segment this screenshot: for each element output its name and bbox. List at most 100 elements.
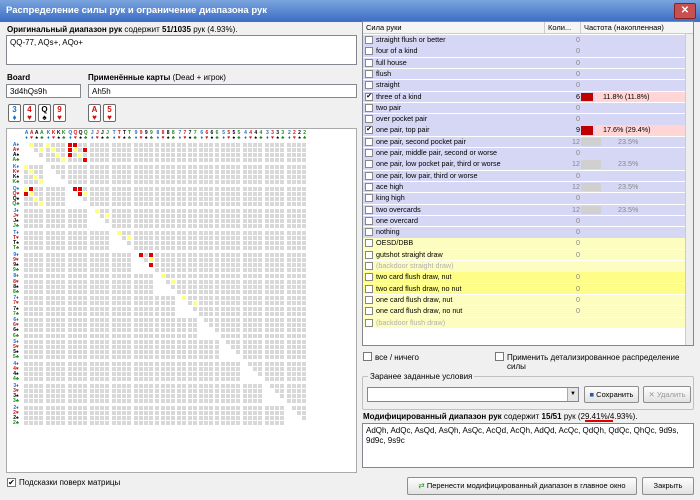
matrix-cell[interactable] — [253, 180, 258, 185]
matrix-cell[interactable] — [170, 191, 175, 196]
matrix-cell[interactable] — [253, 191, 258, 196]
matrix-cell[interactable] — [45, 240, 50, 245]
matrix-cell[interactable] — [165, 164, 170, 169]
matrix-cell[interactable] — [297, 191, 302, 196]
matrix-cell[interactable] — [264, 235, 269, 240]
matrix-cell[interactable] — [83, 279, 88, 284]
matrix-cell[interactable] — [138, 399, 143, 404]
matrix-cell[interactable] — [236, 372, 241, 377]
matrix-cell[interactable] — [192, 328, 197, 333]
matrix-cell[interactable] — [155, 267, 160, 272]
matrix-cell[interactable] — [187, 218, 192, 223]
matrix-cell[interactable] — [209, 186, 214, 191]
matrix-cell[interactable] — [83, 274, 88, 279]
matrix-cell[interactable] — [170, 245, 175, 250]
matrix-cell[interactable] — [177, 202, 182, 207]
matrix-cell[interactable] — [34, 284, 39, 289]
matrix-cell[interactable] — [148, 202, 153, 207]
matrix-cell[interactable] — [143, 323, 148, 328]
matrix-cell[interactable] — [291, 372, 296, 377]
matrix-cell[interactable] — [24, 416, 29, 421]
matrix-cell[interactable] — [187, 328, 192, 333]
matrix-cell[interactable] — [170, 301, 175, 306]
matrix-cell[interactable] — [248, 191, 253, 196]
matrix-cell[interactable] — [34, 230, 39, 235]
matrix-cell[interactable] — [226, 224, 231, 229]
matrix-cell[interactable] — [221, 372, 226, 377]
matrix-cell[interactable] — [29, 340, 34, 345]
matrix-cell[interactable] — [221, 180, 226, 185]
matrix-cell[interactable] — [226, 399, 231, 404]
matrix-cell[interactable] — [177, 213, 182, 218]
matrix-cell[interactable] — [61, 410, 66, 415]
matrix-cell[interactable] — [67, 143, 72, 148]
matrix-cell[interactable] — [83, 262, 88, 267]
matrix-cell[interactable] — [111, 164, 116, 169]
matrix-cell[interactable] — [61, 257, 66, 262]
matrix-cell[interactable] — [182, 257, 187, 262]
matrix-cell[interactable] — [56, 202, 61, 207]
matrix-cell[interactable] — [121, 328, 126, 333]
matrix-cell[interactable] — [280, 191, 285, 196]
matrix-cell[interactable] — [264, 197, 269, 202]
matrix-cell[interactable] — [160, 257, 165, 262]
matrix-cell[interactable] — [165, 410, 170, 415]
matrix-cell[interactable] — [275, 350, 280, 355]
matrix-cell[interactable] — [29, 377, 34, 382]
matrix-cell[interactable] — [226, 328, 231, 333]
matrix-cell[interactable] — [286, 328, 291, 333]
matrix-cell[interactable] — [51, 306, 56, 311]
matrix-cell[interactable] — [111, 289, 116, 294]
matrix-cell[interactable] — [264, 143, 269, 148]
matrix-cell[interactable] — [248, 245, 253, 250]
matrix-cell[interactable] — [29, 191, 34, 196]
matrix-cell[interactable] — [89, 186, 94, 191]
matrix-cell[interactable] — [170, 410, 175, 415]
matrix-cell[interactable] — [177, 148, 182, 153]
matrix-cell[interactable] — [45, 333, 50, 338]
matrix-cell[interactable] — [99, 230, 104, 235]
matrix-cell[interactable] — [155, 148, 160, 153]
matrix-cell[interactable] — [133, 340, 138, 345]
matrix-cell[interactable] — [214, 170, 219, 175]
matrix-cell[interactable] — [138, 279, 143, 284]
matrix-cell[interactable] — [29, 328, 34, 333]
matrix-cell[interactable] — [155, 394, 160, 399]
matrix-cell[interactable] — [67, 218, 72, 223]
matrix-cell[interactable] — [34, 218, 39, 223]
matrix-cell[interactable] — [177, 252, 182, 257]
matrix-cell[interactable] — [243, 230, 248, 235]
matrix-cell[interactable] — [155, 213, 160, 218]
table-row[interactable]: straight flush or better 0 — [363, 35, 693, 46]
matrix-cell[interactable] — [248, 143, 253, 148]
matrix-cell[interactable] — [280, 158, 285, 163]
matrix-cell[interactable] — [78, 148, 83, 153]
row-checkbox[interactable] — [365, 295, 373, 304]
matrix-cell[interactable] — [192, 230, 197, 235]
matrix-cell[interactable] — [116, 252, 121, 257]
matrix-cell[interactable] — [280, 164, 285, 169]
matrix-cell[interactable] — [45, 399, 50, 404]
matrix-cell[interactable] — [270, 318, 275, 323]
matrix-cell[interactable] — [99, 410, 104, 415]
matrix-cell[interactable] — [39, 350, 44, 355]
matrix-cell[interactable] — [236, 311, 241, 316]
matrix-cell[interactable] — [121, 355, 126, 360]
matrix-cell[interactable] — [160, 333, 165, 338]
matrix-cell[interactable] — [72, 267, 77, 272]
matrix-cell[interactable] — [39, 301, 44, 306]
matrix-cell[interactable] — [61, 202, 66, 207]
matrix-cell[interactable] — [275, 340, 280, 345]
matrix-cell[interactable] — [148, 377, 153, 382]
row-checkbox[interactable] — [365, 228, 373, 237]
matrix-cell[interactable] — [78, 399, 83, 404]
matrix-cell[interactable] — [275, 208, 280, 213]
matrix-cell[interactable] — [187, 245, 192, 250]
matrix-cell[interactable] — [39, 340, 44, 345]
matrix-cell[interactable] — [297, 252, 302, 257]
matrix-cell[interactable] — [280, 340, 285, 345]
matrix-cell[interactable] — [209, 191, 214, 196]
matrix-cell[interactable] — [253, 158, 258, 163]
matrix-cell[interactable] — [89, 421, 94, 426]
matrix-cell[interactable] — [302, 143, 307, 148]
